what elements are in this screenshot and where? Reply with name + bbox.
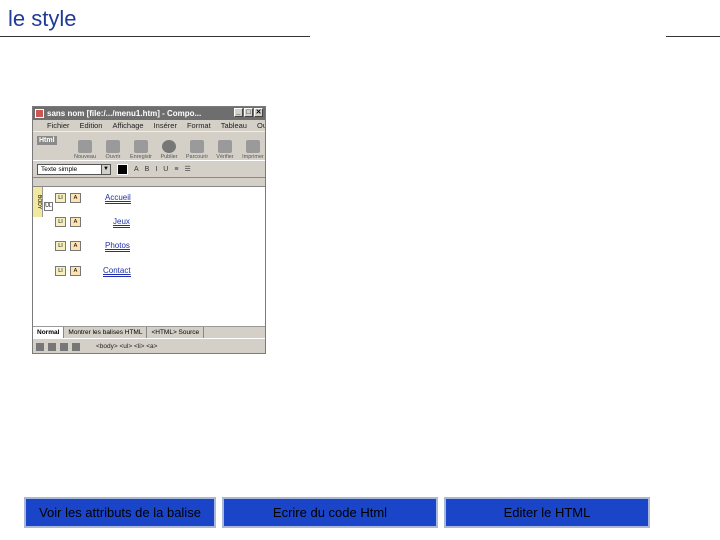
tab-show-tags[interactable]: Montrer les balises HTML — [64, 327, 148, 338]
close-icon[interactable]: ✕ — [254, 108, 263, 117]
li-tag-marker: LI — [55, 193, 66, 203]
write-html-code-button[interactable]: Ecrire du code Html — [222, 497, 438, 528]
body-tag-marker: BODY — [33, 187, 43, 217]
bold-icon[interactable]: B — [145, 166, 150, 173]
open-button[interactable]: Ouvrir — [101, 140, 125, 160]
composer-window-screenshot: sans nom [file:/.../menu1.htm] - Compo..… — [32, 106, 266, 354]
composer-icon — [60, 342, 68, 351]
menubar: Fichier Edition Affichage Insérer Format… — [33, 120, 265, 131]
menu-fichier[interactable]: Fichier — [47, 121, 70, 130]
edit-html-button[interactable]: Editer le HTML — [444, 497, 650, 528]
window-titlebar: sans nom [file:/.../menu1.htm] - Compo..… — [33, 107, 265, 120]
save-button[interactable]: Enregistr — [129, 140, 153, 160]
menu-affichage[interactable]: Affichage — [112, 121, 143, 130]
publish-button[interactable]: Publier — [157, 140, 181, 160]
a-tag-marker: A — [70, 266, 81, 276]
tab-normal[interactable]: Normal — [33, 327, 65, 338]
new-document-icon — [78, 140, 92, 153]
minimize-icon[interactable]: _ — [234, 108, 243, 117]
editor-content[interactable]: BODY UL LI A Accueil LI A Jeux LI A Phot… — [33, 186, 265, 327]
link-photos[interactable]: Photos — [105, 241, 130, 252]
menu-edition[interactable]: Edition — [80, 121, 103, 130]
title-rule-left — [0, 36, 310, 37]
status-icon — [36, 342, 44, 351]
app-icon — [35, 109, 44, 118]
numbered-list-icon[interactable]: ☰ — [184, 165, 190, 173]
folder-icon — [106, 140, 120, 153]
spellcheck-button[interactable]: Vérifier — [213, 140, 237, 160]
link-accueil[interactable]: Accueil — [105, 193, 131, 204]
statusbar: <body> <ul> <li> <a> — [33, 338, 265, 353]
new-button[interactable]: Nouveau — [73, 140, 97, 160]
printer-icon — [246, 140, 260, 153]
maximize-icon[interactable]: □ — [244, 108, 253, 117]
list-item: LI A Photos — [55, 241, 130, 255]
globe-icon — [162, 140, 176, 153]
text-color-picker[interactable] — [117, 163, 128, 175]
list-item: LI A Contact — [55, 266, 131, 280]
li-tag-marker: LI — [55, 241, 66, 251]
view-attributes-button[interactable]: Voir les attributs de la balise — [24, 497, 216, 528]
save-icon — [134, 140, 148, 153]
li-tag-marker: LI — [55, 217, 66, 227]
mail-icon — [48, 342, 56, 351]
a-tag-marker: A — [70, 193, 81, 203]
tab-source[interactable]: <HTML> Source — [147, 327, 205, 338]
print-button[interactable]: Imprimer — [241, 140, 265, 160]
spellcheck-icon — [218, 140, 232, 153]
li-tag-marker: LI — [55, 266, 66, 276]
main-toolbar: Html Nouveau Ouvrir Enregistr Publier Pa… — [33, 131, 265, 160]
a-tag-marker: A — [70, 217, 81, 227]
menu-outils[interactable]: Outils — [257, 121, 265, 130]
link-jeux[interactable]: Jeux — [113, 217, 130, 228]
font-size-icon[interactable]: A — [134, 166, 139, 173]
menu-inserer[interactable]: Insérer — [154, 121, 177, 130]
ul-tag-marker: UL — [44, 202, 53, 211]
slide-title: le style — [8, 6, 77, 31]
a-tag-marker: A — [70, 241, 81, 251]
browse-button[interactable]: Parcourir — [185, 140, 209, 160]
view-mode-tabs: Normal Montrer les balises HTML <HTML> S… — [33, 326, 265, 338]
underline-icon[interactable]: U — [163, 166, 168, 173]
title-rule-right — [666, 36, 720, 37]
paragraph-style-select[interactable]: Texte simple ▼ — [37, 163, 111, 175]
format-toolbar: Texte simple ▼ A B I U ≡ ☰ — [33, 160, 265, 178]
list-item: LI A Jeux — [55, 217, 130, 231]
window-title: sans nom [file:/.../menu1.htm] - Compo..… — [47, 109, 202, 118]
menu-tableau[interactable]: Tableau — [221, 121, 247, 130]
html-mode-badge: Html — [37, 136, 57, 145]
browse-icon — [190, 140, 204, 153]
menu-format[interactable]: Format — [187, 121, 211, 130]
address-book-icon — [72, 342, 80, 351]
chevron-down-icon: ▼ — [101, 164, 110, 174]
italic-icon[interactable]: I — [155, 166, 157, 173]
tag-path: <body> <ul> <li> <a> — [96, 343, 158, 350]
link-contact[interactable]: Contact — [103, 266, 131, 277]
list-item: LI A Accueil — [55, 193, 131, 207]
bullet-list-icon[interactable]: ≡ — [174, 166, 178, 173]
